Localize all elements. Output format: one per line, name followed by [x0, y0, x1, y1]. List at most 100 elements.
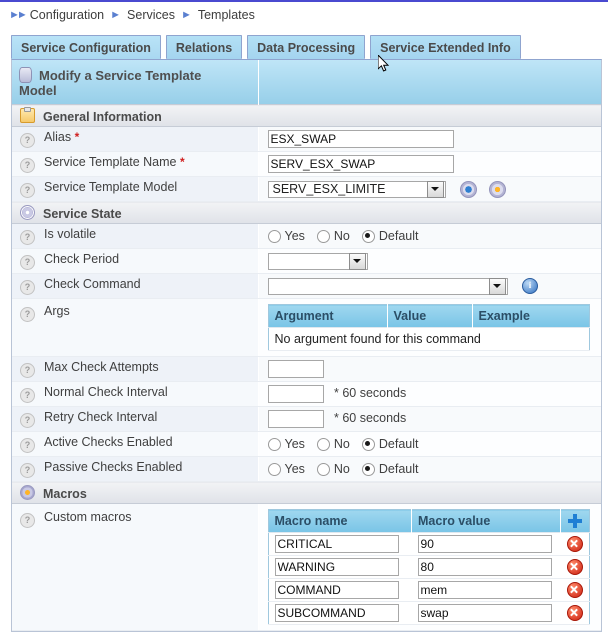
- row-active-checks-enabled: ?Active Checks Enabled Yes No Default: [12, 432, 601, 457]
- help-icon[interactable]: ?: [20, 513, 35, 528]
- field-label: Alias: [44, 130, 71, 144]
- label-args: ? Args: [12, 299, 258, 357]
- help-icon[interactable]: ?: [20, 388, 35, 403]
- macro-delete-cell[interactable]: [561, 533, 590, 556]
- help-icon[interactable]: ?: [20, 363, 35, 378]
- page-header-spacer: [258, 60, 601, 105]
- breadcrumb: ►► Configuration ► Services ► Templates: [0, 3, 608, 28]
- radio-label-yes: Yes: [285, 229, 305, 243]
- radio-label-yes: Yes: [285, 462, 305, 476]
- service-template-model-select[interactable]: SERV_ESX_LIMITE: [268, 181, 446, 198]
- help-icon[interactable]: ?: [20, 133, 35, 148]
- active-checks-radio-group: Yes No Default: [268, 437, 601, 451]
- help-icon[interactable]: ?: [20, 158, 35, 173]
- radio-default[interactable]: [362, 438, 375, 451]
- macro-value-input[interactable]: [418, 535, 552, 553]
- macro-name-input[interactable]: [275, 581, 399, 599]
- tab-relations[interactable]: Relations: [166, 35, 242, 59]
- args-header-row: Argument Value Example: [268, 305, 589, 328]
- macro-delete-cell[interactable]: [561, 579, 590, 602]
- radio-no[interactable]: [317, 230, 330, 243]
- macro-value-input[interactable]: [418, 558, 552, 576]
- row-is-volatile: ?Is volatile Yes No Default: [12, 224, 601, 249]
- radio-yes[interactable]: [268, 438, 281, 451]
- tab-label: Relations: [176, 41, 232, 55]
- radio-default[interactable]: [362, 230, 375, 243]
- page-header-row: Modify a Service Template Model: [12, 60, 601, 105]
- radio-default[interactable]: [362, 463, 375, 476]
- radio-yes[interactable]: [268, 230, 281, 243]
- row-max-check-attempts: ?Max Check Attempts: [12, 357, 601, 382]
- custom-macros-table: Macro name Macro value: [268, 509, 590, 625]
- table-row: [268, 579, 589, 602]
- breadcrumb-item-configuration[interactable]: Configuration: [30, 8, 104, 22]
- plus-icon[interactable]: [568, 514, 582, 528]
- check-command-select[interactable]: [268, 278, 508, 295]
- macros-header-row: Macro name Macro value: [268, 510, 589, 533]
- macro-name-input[interactable]: [275, 604, 399, 622]
- help-icon[interactable]: ?: [20, 463, 35, 478]
- tab-service-extended-info[interactable]: Service Extended Info: [370, 35, 521, 59]
- retry-check-interval-suffix: * 60 seconds: [334, 411, 406, 425]
- row-check-command: ?Check Command i: [12, 274, 601, 299]
- macro-delete-cell[interactable]: [561, 602, 590, 625]
- section-title: Service State: [43, 207, 122, 221]
- row-check-period: ?Check Period: [12, 249, 601, 274]
- delete-icon[interactable]: [567, 559, 583, 575]
- chevron-down-icon: [349, 253, 366, 270]
- normal-check-interval-input[interactable]: [268, 385, 324, 403]
- tab-service-configuration[interactable]: Service Configuration: [11, 35, 161, 59]
- value-retry-check-interval: * 60 seconds: [258, 407, 601, 432]
- help-icon[interactable]: ?: [20, 307, 35, 322]
- field-label: Service Template Name: [44, 155, 176, 169]
- breadcrumb-item-services[interactable]: Services: [127, 8, 175, 22]
- retry-check-interval-input[interactable]: [268, 410, 324, 428]
- help-icon[interactable]: ?: [20, 255, 35, 270]
- section-header-cell: Macros: [12, 482, 601, 504]
- help-icon[interactable]: ?: [20, 183, 35, 198]
- service-template-name-input[interactable]: [268, 155, 454, 173]
- macro-value-input[interactable]: [418, 581, 552, 599]
- chevron-down-icon: [427, 181, 444, 198]
- delete-icon[interactable]: [567, 536, 583, 552]
- settings-gear-icon[interactable]: [489, 181, 506, 198]
- macro-delete-cell[interactable]: [561, 556, 590, 579]
- check-period-select[interactable]: [268, 253, 368, 270]
- macros-col-name: Macro name: [268, 510, 412, 533]
- radio-label-no: No: [334, 229, 350, 243]
- tab-data-processing[interactable]: Data Processing: [247, 35, 365, 59]
- macro-value-input[interactable]: [418, 604, 552, 622]
- label-alias: ? Alias *: [12, 127, 258, 152]
- radio-no[interactable]: [317, 463, 330, 476]
- alias-input[interactable]: [268, 130, 454, 148]
- label-check-period: ?Check Period: [12, 249, 258, 274]
- help-icon[interactable]: ?: [20, 413, 35, 428]
- delete-icon[interactable]: [567, 582, 583, 598]
- value-service-template-model: SERV_ESX_LIMITE: [258, 177, 601, 202]
- help-icon[interactable]: ?: [20, 280, 35, 295]
- macro-name-cell: [268, 556, 412, 579]
- required-marker: *: [75, 130, 80, 144]
- service-template-form: Modify a Service Template Model General …: [12, 60, 601, 631]
- tab-bar: Service Configuration Relations Data Pro…: [0, 33, 608, 59]
- breadcrumb-item-templates[interactable]: Templates: [198, 8, 255, 22]
- info-gear-icon[interactable]: [460, 181, 477, 198]
- delete-icon[interactable]: [567, 605, 583, 621]
- help-icon[interactable]: ?: [20, 230, 35, 245]
- label-check-command: ?Check Command: [12, 274, 258, 299]
- value-check-command: i: [258, 274, 601, 299]
- label-service-template-model: ?Service Template Model: [12, 177, 258, 202]
- page-title-cell: Modify a Service Template Model: [12, 60, 258, 105]
- radio-label-default: Default: [379, 437, 419, 451]
- macros-col-add[interactable]: [561, 510, 590, 533]
- macro-name-input[interactable]: [275, 535, 399, 553]
- info-icon[interactable]: i: [522, 278, 538, 294]
- radio-no[interactable]: [317, 438, 330, 451]
- max-check-attempts-input[interactable]: [268, 360, 324, 378]
- help-icon[interactable]: ?: [20, 438, 35, 453]
- field-label: Args: [44, 304, 70, 318]
- row-alias: ? Alias *: [12, 127, 601, 152]
- macro-name-input[interactable]: [275, 558, 399, 576]
- radio-yes[interactable]: [268, 463, 281, 476]
- value-normal-check-interval: * 60 seconds: [258, 382, 601, 407]
